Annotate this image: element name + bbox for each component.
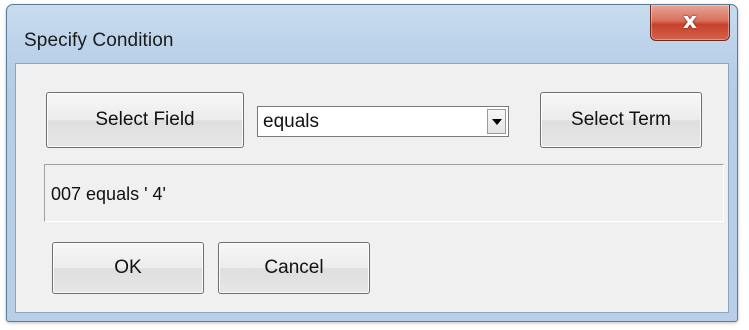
close-button[interactable]: x [650,5,730,41]
operator-dropdown-button[interactable] [487,109,506,134]
condition-preview-text: 007 equals ' 4' [51,184,166,204]
select-field-button[interactable]: Select Field [46,92,244,148]
specify-condition-dialog: Specify Condition x Select Field equals … [6,4,738,322]
operator-value: equals [263,111,319,132]
condition-preview: 007 equals ' 4' [44,164,724,222]
cancel-label: Cancel [264,257,324,278]
select-field-label: Select Field [95,109,195,130]
window-title: Specify Condition [24,30,174,51]
select-term-button[interactable]: Select Term [540,92,702,148]
close-icon: x [682,9,698,34]
operator-select[interactable]: equals [257,106,509,137]
dialog-body: Select Field equals Select Term 007 equa… [15,63,729,313]
ok-label: OK [114,257,142,278]
select-term-label: Select Term [571,109,671,130]
chevron-down-icon [492,119,502,125]
ok-button[interactable]: OK [52,242,204,294]
cancel-button[interactable]: Cancel [218,242,370,294]
title-bar[interactable]: Specify Condition x [7,5,737,71]
